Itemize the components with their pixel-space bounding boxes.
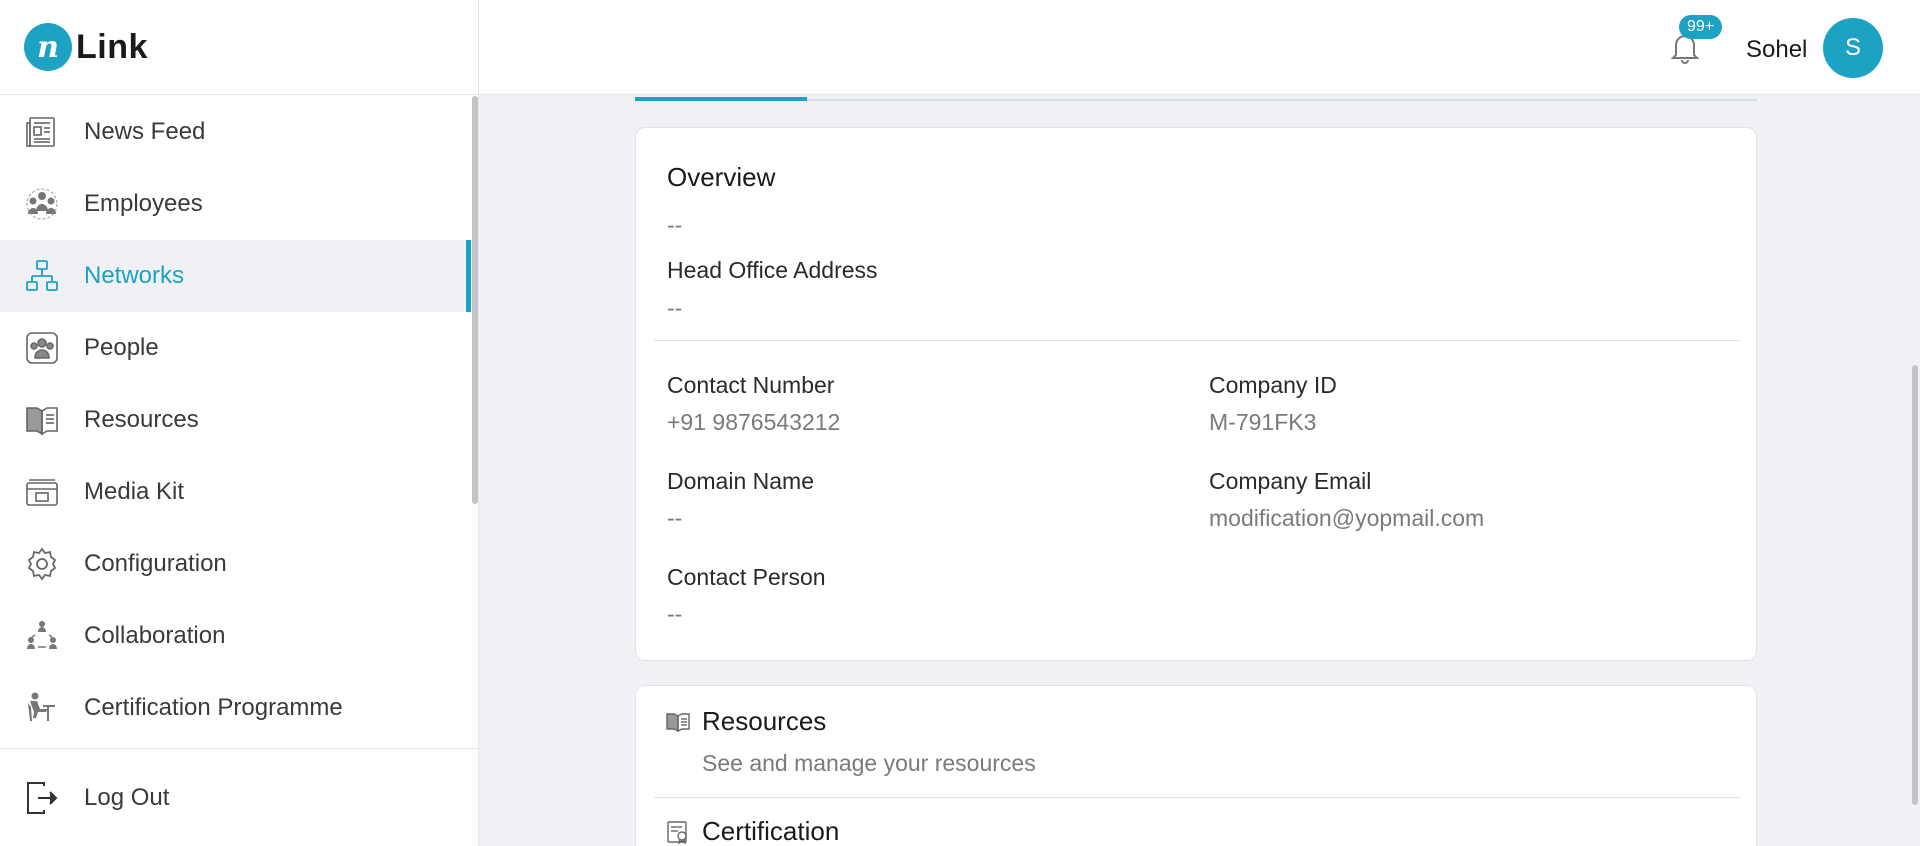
sidebar-item-label: News Feed [84, 118, 206, 145]
sidebar-item-resources[interactable]: Resources [0, 384, 471, 456]
sidebar-item-configuration[interactable]: Configuration [0, 528, 471, 600]
company-email-value[interactable]: modification@yopmail.com [1209, 505, 1484, 532]
contact-person-label: Contact Person [667, 564, 826, 590]
contact-number-label: Contact Number [667, 372, 835, 398]
overview-card: Overview -- Head Office Address -- Conta… [635, 127, 1757, 661]
people-icon [24, 330, 60, 366]
divider [654, 340, 1740, 341]
head-office-label: Head Office Address [667, 257, 878, 283]
sidebar-item-label: Collaboration [84, 622, 226, 649]
sidebar-item-certification-programme[interactable]: Certification Programme [0, 672, 471, 744]
book-icon [24, 402, 60, 438]
certification-title: Certification [702, 816, 840, 846]
network-icon [24, 258, 60, 294]
contact-number-value: +91 9876543212 [667, 409, 841, 435]
logout-label: Log Out [84, 783, 170, 811]
logout-button[interactable]: Log Out [0, 748, 479, 846]
sidebar-item-networks[interactable]: Networks [0, 240, 471, 312]
notification-badge: 99+ [1679, 15, 1723, 39]
logo[interactable]: n Link [0, 0, 478, 95]
sidebar-item-label: Resources [84, 406, 199, 433]
sidebar-item-media-kit[interactable]: Media Kit [0, 456, 471, 528]
main-scrollbar[interactable] [1912, 365, 1918, 805]
logo-mark: n [24, 23, 72, 71]
domain-name-label: Domain Name [667, 468, 814, 494]
logout-icon [24, 780, 60, 816]
employees-icon [24, 186, 60, 222]
logo-text: Link [76, 27, 148, 66]
collaboration-icon [24, 618, 60, 654]
resources-link[interactable]: Resources [666, 706, 826, 737]
resources-title: Resources [702, 706, 827, 736]
sidebar-item-label: Configuration [84, 550, 227, 577]
gear-icon [24, 546, 60, 582]
sidebar-item-label: Media Kit [84, 478, 185, 505]
resources-subtitle: See and manage your resources [702, 750, 1036, 776]
certificate-icon [666, 819, 692, 845]
sidebar-item-employees[interactable]: Employees [0, 168, 471, 240]
sidebar-scrollbar[interactable] [472, 96, 478, 504]
links-card: Resources See and manage your resources … [635, 685, 1757, 846]
top-header: 99+ Sohel S [479, 0, 1920, 95]
divider [654, 797, 1740, 798]
sidebar-item-label: Employees [84, 190, 203, 217]
sidebar-item-label: Certification Programme [84, 694, 343, 721]
sidebar-item-collaboration[interactable]: Collaboration [0, 600, 471, 672]
domain-name-value: -- [667, 505, 683, 531]
media-kit-icon [24, 474, 60, 510]
user-name[interactable]: Sohel [1746, 36, 1807, 64]
certification-link[interactable]: Certification [666, 816, 839, 846]
avatar[interactable]: S [1823, 18, 1883, 78]
contact-person-value: -- [667, 601, 683, 627]
book-icon [666, 709, 692, 735]
certification-icon [24, 690, 60, 726]
tab-active-indicator[interactable] [635, 97, 807, 101]
sidebar-item-news-feed[interactable]: News Feed [0, 96, 471, 168]
sidebar-nav: News Feed Employees Networks People Reso… [0, 96, 471, 748]
company-id-label: Company ID [1209, 372, 1337, 398]
sidebar-item-label: Networks [84, 262, 185, 289]
company-email-label: Company Email [1209, 468, 1372, 494]
newspaper-icon [24, 114, 60, 150]
overview-value: -- [667, 212, 683, 238]
head-office-value: -- [667, 295, 683, 321]
sidebar-item-label: People [84, 334, 159, 361]
sidebar: n Link News Feed Employees Networks Peop… [0, 0, 479, 846]
company-id-value: M-791FK3 [1209, 409, 1317, 435]
sidebar-item-people[interactable]: People [0, 312, 471, 384]
overview-title: Overview [667, 162, 776, 192]
